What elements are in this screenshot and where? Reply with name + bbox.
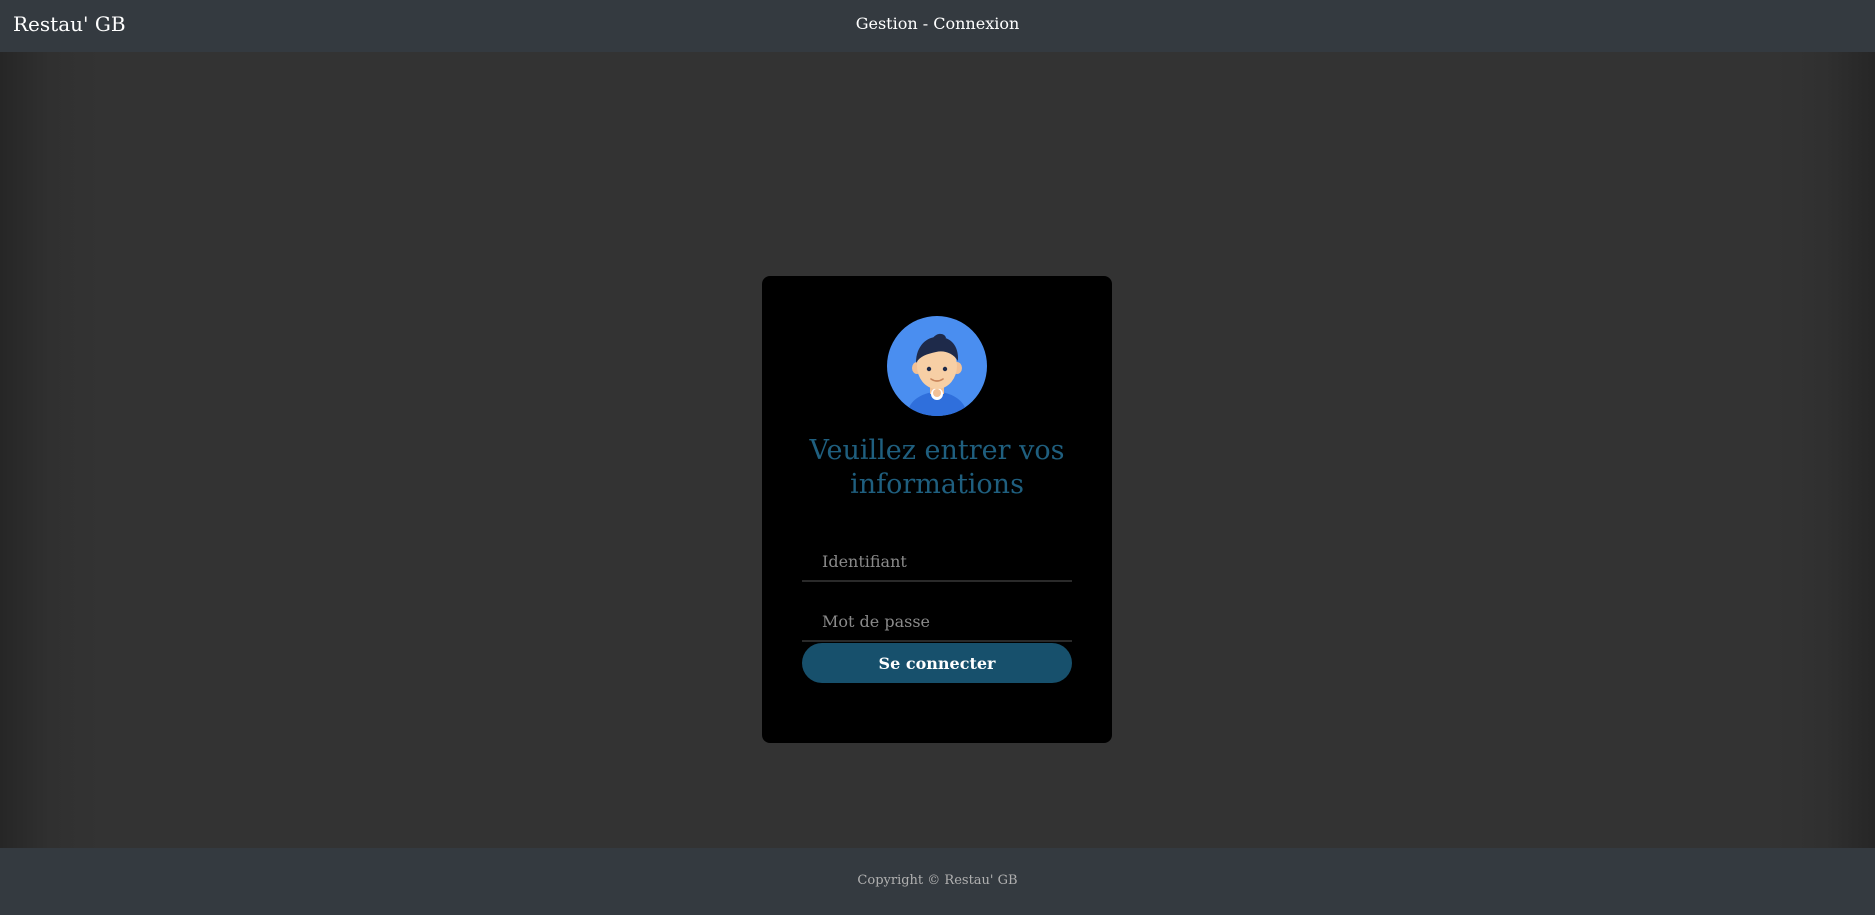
copyright-text: Copyright © Restau' GB [857,873,1018,888]
password-input[interactable] [802,602,1072,642]
main-content: Veuillez entrer vos informations Se conn… [0,52,1875,848]
footer: Copyright © Restau' GB [0,848,1875,915]
login-card: Veuillez entrer vos informations Se conn… [762,276,1112,743]
top-navbar: Restau' GB Gestion - Connexion [0,0,1875,52]
login-title: Veuillez entrer vos informations [809,435,1065,500]
login-button[interactable]: Se connecter [802,643,1072,683]
user-avatar-icon [887,316,987,416]
page-title: Gestion - Connexion [855,14,1020,33]
username-input[interactable] [802,542,1072,582]
